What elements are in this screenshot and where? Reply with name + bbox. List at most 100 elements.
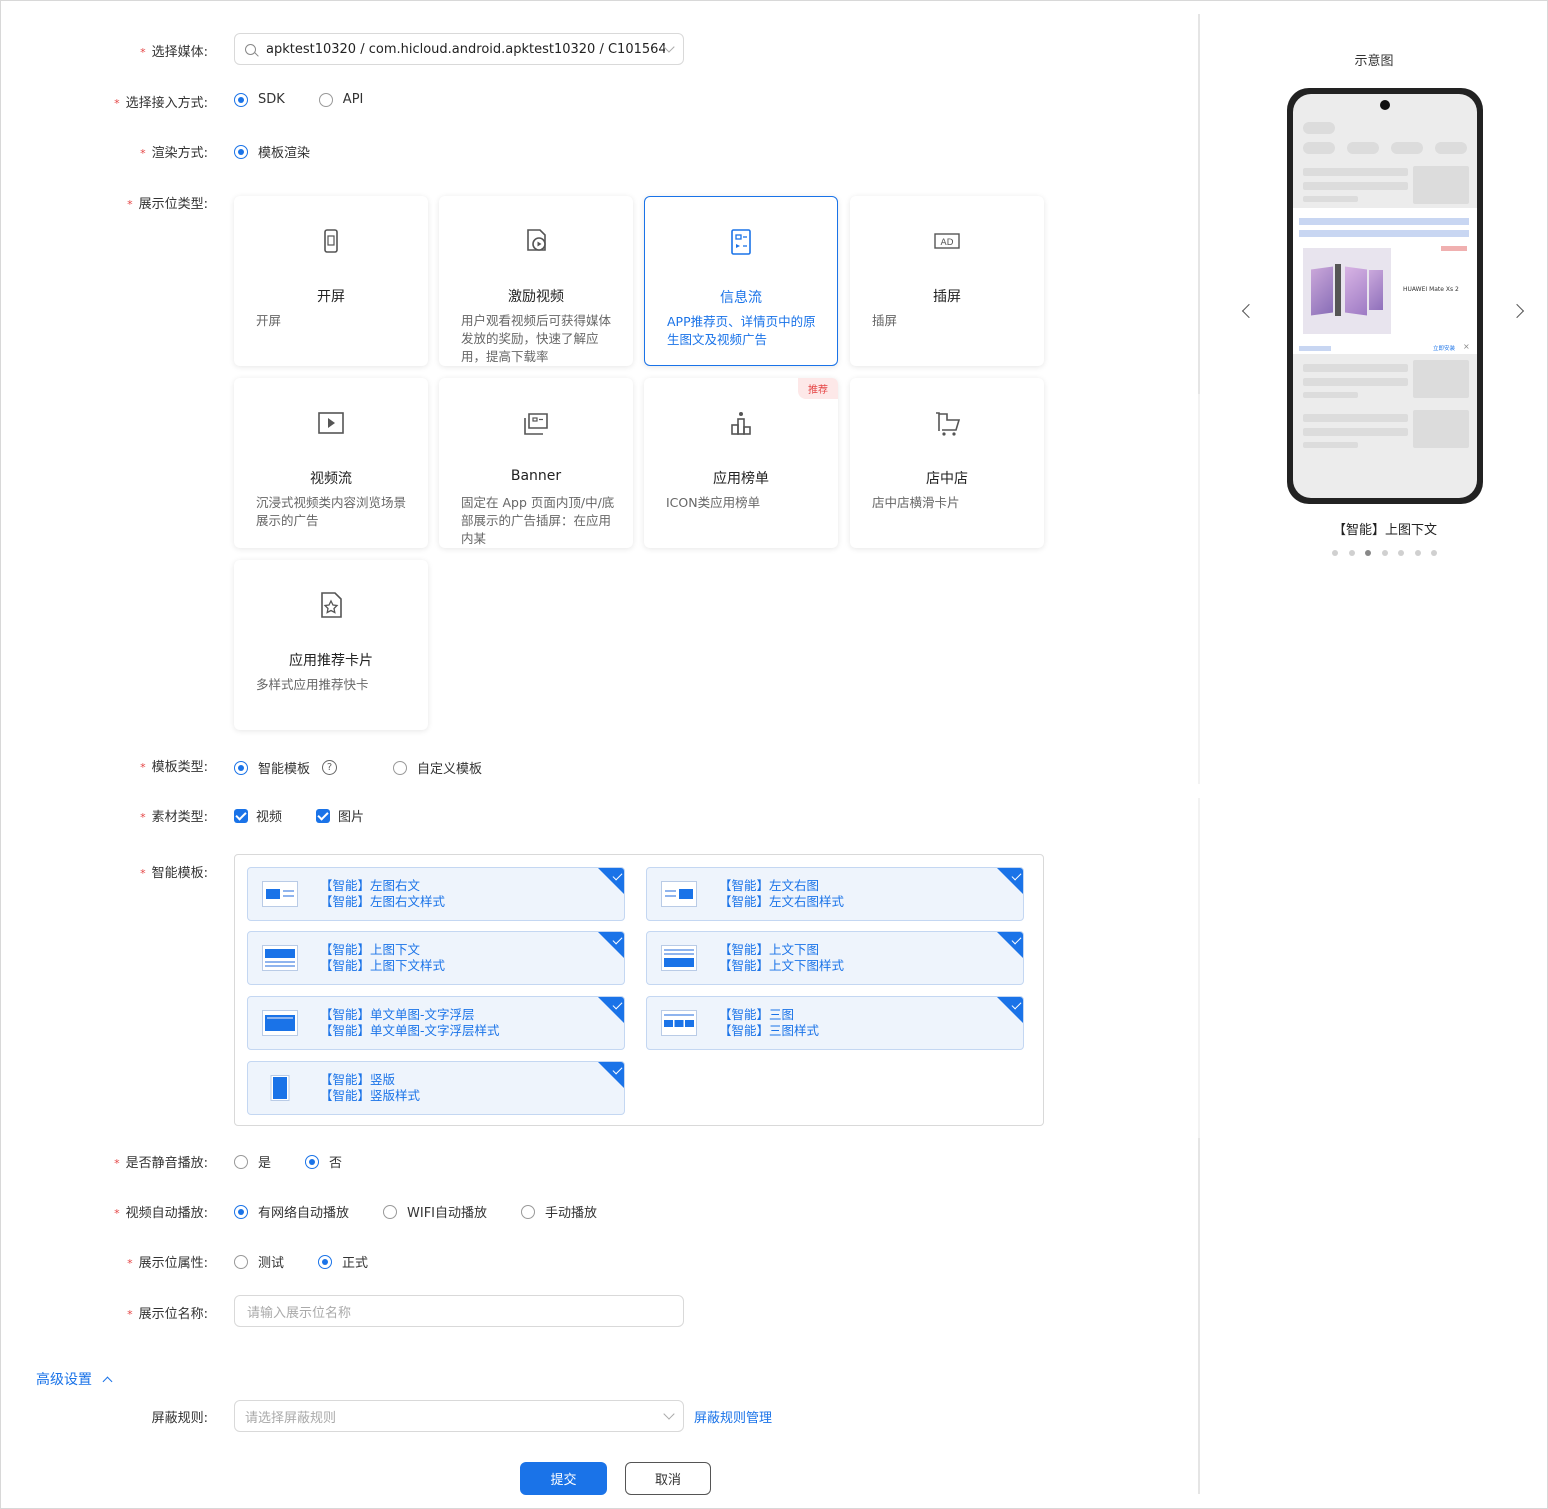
- block-rule-select[interactable]: 请选择屏蔽规则: [234, 1400, 684, 1432]
- card-title: 店中店: [926, 471, 968, 487]
- cancel-button[interactable]: 取消: [625, 1462, 711, 1495]
- ad-icon: AD: [934, 233, 960, 249]
- carousel-dot[interactable]: [1414, 550, 1421, 556]
- template-right-image[interactable]: 【智能】左文右图 【智能】左文右图样式: [646, 867, 1024, 921]
- card-desc: ICON类应用榜单: [666, 495, 761, 510]
- template-vertical[interactable]: 【智能】竖版 【智能】竖版样式: [247, 1061, 625, 1115]
- radio-icon: [318, 1254, 333, 1269]
- preview-caption: 【智能】上图下文: [1332, 523, 1437, 538]
- carousel-dot[interactable]: [1348, 550, 1355, 556]
- slot-card-store-in-store[interactable]: 店中店 店中店横滑卡片: [850, 378, 1044, 548]
- ranking-icon: [731, 412, 751, 435]
- media-label: * 选择媒体:: [140, 45, 208, 60]
- template-style: 【智能】单文单图-文字浮层样式: [320, 1023, 500, 1038]
- render-template-radio[interactable]: 模板渲染: [234, 142, 310, 161]
- template-three-images[interactable]: 【智能】三图 【智能】三图样式: [646, 996, 1024, 1050]
- radio-icon: [234, 1204, 248, 1219]
- top-image-thumb-icon: [262, 945, 298, 971]
- access-label: * 选择接入方式:: [114, 96, 208, 111]
- search-icon: [245, 43, 256, 55]
- template-bottom-image[interactable]: 【智能】上文下图 【智能】上文下图样式: [646, 931, 1024, 985]
- card-desc: 沉浸式视频类内容浏览场景展示的广告: [256, 495, 407, 528]
- radio-icon: [305, 1154, 320, 1169]
- card-desc: 固定在 App 页面内顶/中/底部展示的广告插屏：在应用内某: [461, 495, 615, 546]
- panel-divider: [1198, 394, 1200, 784]
- block-rule-placeholder: 请选择屏蔽规则: [245, 1410, 337, 1426]
- star-doc-icon: [321, 592, 342, 618]
- slot-card-banner[interactable]: Banner 固定在 App 页面内顶/中/底部展示的广告插屏：在应用内某: [439, 378, 633, 548]
- template-overlay[interactable]: 【智能】单文单图-文字浮层 【智能】单文单图-文字浮层样式: [247, 996, 625, 1050]
- material-video-checkbox[interactable]: 视频: [234, 806, 282, 825]
- media-select[interactable]: apktest10320 / com.hicloud.android.apkte…: [234, 33, 684, 65]
- card-desc: 开屏: [256, 313, 282, 328]
- play-icon: [318, 412, 344, 434]
- access-sdk-radio[interactable]: SDK: [234, 92, 285, 107]
- advanced-label: 高级设置: [36, 1372, 92, 1388]
- video-reward-icon: [527, 229, 546, 251]
- slot-card-feed[interactable]: 信息流 APP推荐页、详情页中的原生图文及视频广告: [644, 196, 838, 366]
- template-left-image[interactable]: 【智能】左图右文 【智能】左图右文样式: [247, 867, 625, 921]
- template-name: 【智能】三图: [719, 1007, 795, 1022]
- media-value: apktest10320 / com.hicloud.android.apkte…: [266, 41, 665, 57]
- carousel-dot[interactable]: [1431, 550, 1437, 556]
- autoplay-network-radio[interactable]: 有网络自动播放: [234, 1202, 349, 1221]
- autoplay-label: * 视频自动播放:: [114, 1206, 208, 1221]
- right-image-thumb-icon: [661, 881, 697, 907]
- block-rule-manage-link[interactable]: 屏蔽规则管理: [694, 1407, 772, 1426]
- carousel-dots[interactable]: [1332, 550, 1448, 556]
- attr-test-radio[interactable]: 测试: [234, 1252, 284, 1271]
- cart-icon: [936, 412, 961, 436]
- access-api-radio[interactable]: API: [318, 92, 363, 107]
- card-title: 视频流: [310, 471, 352, 487]
- scrollbar[interactable]: [1198, 1138, 1200, 1494]
- template-name: 【智能】左文右图: [719, 878, 820, 893]
- svg-text:AD: AD: [940, 238, 953, 248]
- template-smart-radio[interactable]: 智能模板: [234, 758, 310, 777]
- slot-card-app-ranking[interactable]: 推荐 应用榜单 ICON类应用榜单: [644, 378, 838, 548]
- advanced-toggle[interactable]: 高级设置: [36, 1369, 113, 1389]
- slot-card-app-recommend[interactable]: 应用推荐卡片 多样式应用推荐快卡: [234, 560, 428, 730]
- card-title: 应用推荐卡片: [289, 653, 373, 669]
- carousel-dot[interactable]: [1398, 550, 1404, 556]
- slot-card-reward-video[interactable]: 激励视频 用户观看视频后可获得媒体发放的奖励，快速了解应用，提高下载率: [439, 196, 633, 366]
- block-rule-label: 屏蔽规则:: [151, 1411, 208, 1426]
- material-image-checkbox[interactable]: 图片: [316, 806, 364, 825]
- attr-label: * 展示位属性:: [127, 1256, 208, 1271]
- autoplay-manual-radio[interactable]: 手动播放: [521, 1202, 597, 1221]
- material-type-label: * 素材类型:: [140, 810, 208, 825]
- autoplay-wifi-radio[interactable]: WIFI自动播放: [383, 1202, 487, 1221]
- mute-no-radio[interactable]: 否: [305, 1152, 342, 1171]
- carousel-dot[interactable]: [1332, 550, 1338, 556]
- template-style: 【智能】三图样式: [719, 1023, 820, 1038]
- submit-button[interactable]: 提交: [520, 1462, 607, 1495]
- camera-icon: [1380, 100, 1390, 110]
- phone-mockup: HUAWEI Mate Xs 2 立即安装 ×: [1287, 88, 1483, 504]
- radio-icon: [234, 1254, 248, 1269]
- banner-icon: [524, 413, 548, 435]
- slot-card-video-stream[interactable]: 视频流 沉浸式视频类内容浏览场景展示的广告: [234, 378, 428, 548]
- template-top-image[interactable]: 【智能】上图下文 【智能】上图下文样式: [247, 931, 625, 985]
- card-desc: 插屏: [872, 313, 898, 328]
- template-style: 【智能】竖版样式: [320, 1088, 421, 1103]
- attr-formal-radio[interactable]: 正式: [318, 1252, 368, 1271]
- help-icon[interactable]: ?: [322, 760, 338, 775]
- phone-icon: [324, 229, 338, 253]
- slot-name-input[interactable]: 请输入展示位名称: [234, 1295, 684, 1327]
- card-title: 信息流: [720, 290, 762, 306]
- slot-name-label: * 展示位名称:: [127, 1307, 208, 1322]
- slot-card-splash[interactable]: 开屏 开屏: [234, 196, 428, 366]
- feed-icon: [731, 229, 751, 255]
- mute-yes-radio[interactable]: 是: [234, 1152, 271, 1171]
- card-desc: 多样式应用推荐快卡: [256, 677, 369, 692]
- render-label: * 渲染方式:: [140, 146, 208, 161]
- template-style: 【智能】上图下文样式: [320, 958, 446, 973]
- panel-divider: [1198, 798, 1200, 1138]
- ad-image: [1303, 248, 1391, 334]
- carousel-dot[interactable]: [1365, 550, 1371, 556]
- card-desc: APP推荐页、详情页中的原生图文及视频广告: [667, 314, 816, 347]
- slot-card-interstitial[interactable]: AD 插屏 插屏: [850, 196, 1044, 366]
- template-custom-radio[interactable]: 自定义模板: [393, 758, 482, 777]
- scrollbar[interactable]: [1198, 14, 1200, 394]
- checkbox-icon: [234, 808, 248, 823]
- carousel-dot[interactable]: [1381, 550, 1388, 556]
